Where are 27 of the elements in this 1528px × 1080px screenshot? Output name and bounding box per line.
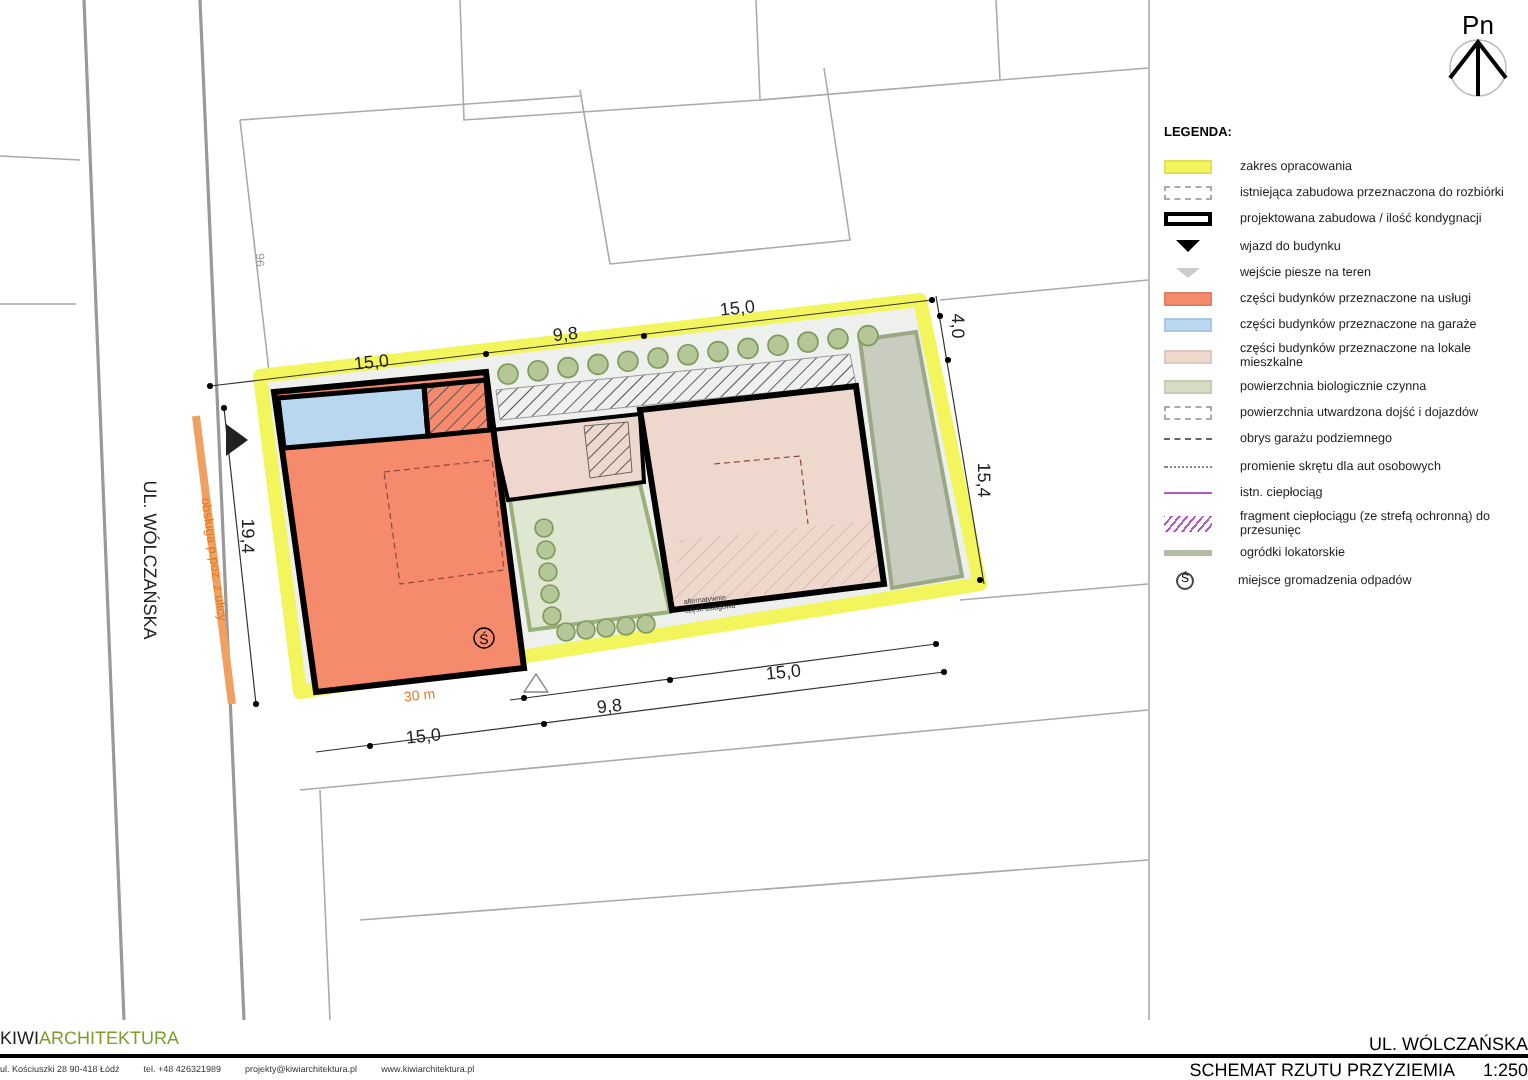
dimension-label: 9,8 [551,322,579,346]
dimension-label: 4,0 [948,313,968,339]
dimension-label: 15,4 [974,462,994,498]
hatched-room [421,377,493,439]
filled-triangle-icon [1176,240,1200,253]
dimension-label: 9,8 [595,694,623,718]
legend-swatch [1164,406,1212,421]
line-swatch [1164,465,1212,468]
north-label: Pn [1462,12,1494,38]
dimension-label: 15,0 [764,660,802,684]
street-name: UL. WÓLCZAŃSKA [140,480,160,640]
dimension-label: 15,0 [404,724,442,748]
drawing-title: SCHEMAT RZUTU PRZYZIEMIA [1189,1059,1455,1079]
drawing-scale: 1:250 [1482,1059,1528,1079]
entrance-triangle-icon [226,424,248,456]
line-swatch [1164,438,1212,441]
dimension-label: 15,0 [352,350,390,374]
project-street: UL. WÓLCZAŃSKA [1368,1034,1528,1054]
dimension-label: 19,4 [238,518,258,554]
legend-swatch [1164,212,1212,227]
dimension-label: 15,0 [718,296,756,320]
legend-swatch [1164,185,1212,200]
logo-text-suffix: ARCHITEKTURA [39,1028,180,1048]
logo-text: KIWI [0,1028,39,1048]
open-triangle-icon [1176,267,1200,278]
pedestrian-entrance-icon [522,672,550,693]
north-arrow-icon [1444,38,1512,98]
